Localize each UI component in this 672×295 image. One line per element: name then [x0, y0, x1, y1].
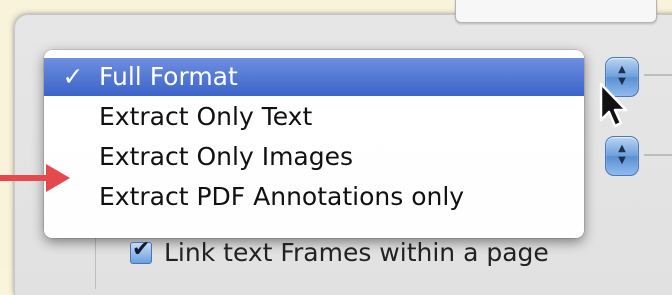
- link-text-frames-checkbox[interactable]: ✔: [130, 237, 152, 264]
- secondary-stepper[interactable]: ▲ ▼: [605, 136, 639, 176]
- menu-item-full-format[interactable]: ✓ Full Format: [44, 58, 584, 96]
- checkmark-icon: ✓: [62, 62, 84, 91]
- top-popup-button[interactable]: [455, 0, 657, 23]
- menu-item-extract-only-text[interactable]: Extract Only Text: [44, 98, 584, 136]
- stepper-arrows-icon: ▲ ▼: [618, 143, 626, 166]
- menu-item-label: Extract PDF Annotations only: [99, 182, 465, 211]
- stepper-connector-line: [644, 74, 672, 76]
- format-dropdown-menu[interactable]: ✓ Full Format Extract Only Text Extract …: [44, 50, 584, 238]
- menu-item-label: Extract Only Images: [99, 142, 354, 171]
- menu-item-label: Extract Only Text: [99, 102, 313, 131]
- menu-item-extract-pdf-annotations[interactable]: Extract PDF Annotations only: [44, 178, 584, 216]
- red-arrow-icon: [0, 164, 70, 192]
- link-text-frames-label: Link text Frames within a page: [164, 238, 549, 267]
- stepper-connector-line: [644, 154, 672, 156]
- menu-item-label: Full Format: [99, 62, 238, 91]
- checkmark-icon: ✔: [132, 237, 151, 262]
- menu-item-extract-only-images[interactable]: Extract Only Images: [44, 138, 584, 176]
- panel-divider: [95, 229, 96, 289]
- mouse-pointer-icon: [599, 82, 628, 128]
